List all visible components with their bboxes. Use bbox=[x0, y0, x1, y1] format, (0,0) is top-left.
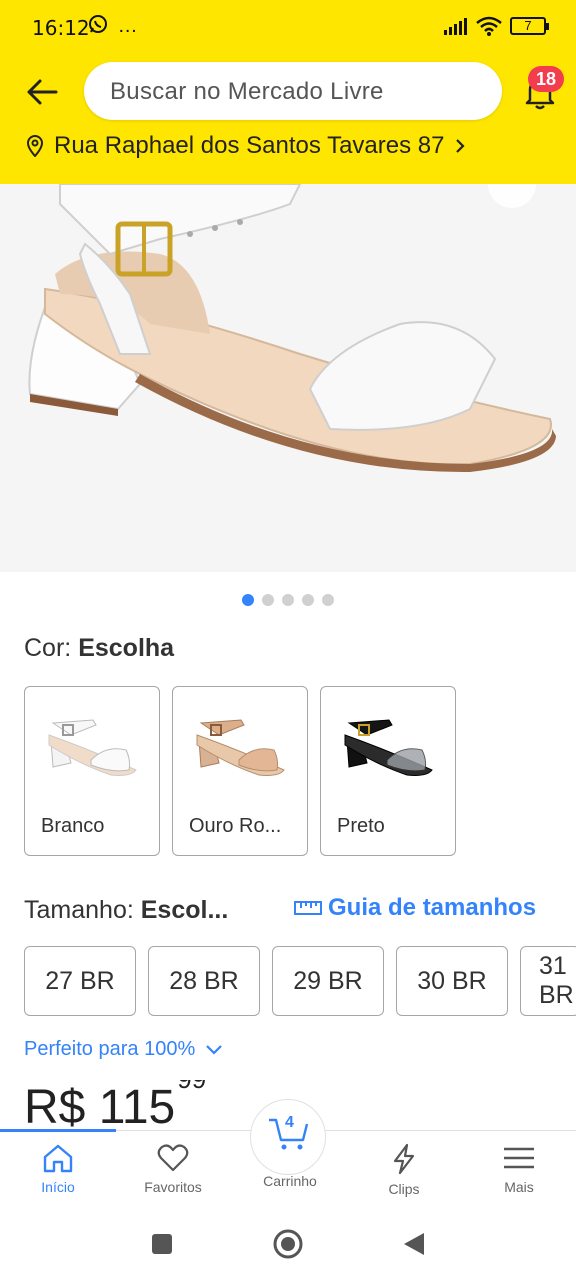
fit-text: Perfeito para 100% bbox=[24, 1038, 196, 1060]
battery-icon: 7 bbox=[510, 17, 549, 35]
price: R$ 11599 bbox=[24, 1080, 206, 1134]
pagination-dot-active[interactable] bbox=[242, 594, 254, 606]
nav-favoritos[interactable]: Favoritos bbox=[123, 1143, 223, 1195]
status-right-icons: 7 bbox=[444, 16, 549, 36]
nav-inicio[interactable]: Início bbox=[8, 1143, 108, 1195]
address-bar[interactable]: Rua Raphael dos Santos Tavares 87 bbox=[26, 132, 466, 160]
color-option-label: Branco bbox=[41, 815, 105, 837]
heart-icon bbox=[157, 1144, 189, 1172]
pagination-dot[interactable] bbox=[302, 594, 314, 606]
cart-count: 4 bbox=[285, 1114, 294, 1131]
home-system-icon[interactable] bbox=[272, 1228, 304, 1260]
nav-label: Clips bbox=[388, 1181, 420, 1197]
active-tab-indicator bbox=[0, 1129, 116, 1132]
fit-info[interactable]: Perfeito para 100% bbox=[24, 1038, 223, 1061]
cart-button[interactable]: 4 bbox=[250, 1099, 326, 1175]
image-pagination bbox=[0, 594, 576, 606]
nav-clips[interactable]: Clips bbox=[354, 1143, 454, 1197]
status-time: 16:12 bbox=[32, 16, 90, 40]
notification-badge: 18 bbox=[528, 66, 564, 92]
size-option[interactable]: 27 BR bbox=[24, 946, 136, 1016]
status-notification-icons: … bbox=[88, 14, 138, 38]
sandal-image bbox=[28, 184, 556, 473]
size-options: 27 BR 28 BR 29 BR 30 BR 31 BR bbox=[24, 946, 576, 1016]
menu-icon bbox=[504, 1147, 534, 1169]
home-icon bbox=[43, 1144, 73, 1173]
pagination-dot[interactable] bbox=[282, 594, 294, 606]
nav-carrinho[interactable]: Carrinho bbox=[240, 1173, 340, 1189]
color-value: Escolha bbox=[78, 634, 175, 662]
color-variants: Branco Ouro Ro... Preto bbox=[24, 686, 456, 856]
product-image[interactable] bbox=[0, 184, 576, 572]
chevron-right-icon bbox=[456, 139, 466, 153]
nav-label: Mais bbox=[504, 1179, 534, 1195]
color-option-label: Preto bbox=[337, 815, 385, 837]
color-label: Cor: bbox=[24, 634, 72, 662]
color-option-black[interactable]: Preto bbox=[320, 686, 456, 856]
recent-apps-icon[interactable] bbox=[150, 1232, 174, 1256]
rose-gold-sandal-thumbnail bbox=[196, 719, 285, 776]
price-whole: 115 bbox=[98, 1081, 176, 1134]
location-pin-icon bbox=[26, 135, 44, 157]
search-input[interactable]: Buscar no Mercado Livre bbox=[84, 62, 502, 120]
color-option-rose-gold[interactable]: Ouro Ro... bbox=[172, 686, 308, 856]
chevron-down-icon bbox=[206, 1044, 223, 1055]
whatsapp-icon bbox=[89, 15, 107, 33]
size-option[interactable]: 29 BR bbox=[272, 946, 384, 1016]
nav-label: Carrinho bbox=[263, 1173, 317, 1189]
size-heading: Tamanho: Escol... bbox=[24, 896, 228, 925]
price-cents: 99 bbox=[177, 1080, 206, 1094]
color-option-white[interactable]: Branco bbox=[24, 686, 160, 856]
header: Buscar no Mercado Livre 18 Rua Raphael d… bbox=[0, 56, 576, 184]
price-currency: R$ bbox=[24, 1081, 86, 1134]
pagination-dot[interactable] bbox=[262, 594, 274, 606]
address-text: Rua Raphael dos Santos Tavares 87 bbox=[54, 132, 445, 159]
black-sandal-thumbnail bbox=[344, 719, 433, 776]
size-value: Escol... bbox=[140, 896, 229, 924]
back-system-icon[interactable] bbox=[402, 1231, 426, 1257]
nav-label: Favoritos bbox=[144, 1179, 202, 1195]
lightning-icon bbox=[393, 1143, 415, 1175]
size-label: Tamanho: bbox=[24, 896, 134, 924]
wifi-icon bbox=[476, 16, 502, 36]
signal-icon bbox=[444, 18, 467, 35]
color-heading: Cor: Escolha bbox=[24, 634, 174, 663]
size-guide-link[interactable]: Guia de tamanhos bbox=[294, 894, 536, 922]
size-option[interactable]: 28 BR bbox=[148, 946, 260, 1016]
status-bar: 16:12 … 7 bbox=[0, 0, 576, 56]
nav-mais[interactable]: Mais bbox=[469, 1143, 569, 1195]
color-option-label: Ouro Ro... bbox=[189, 815, 282, 837]
battery-level: 7 bbox=[524, 18, 532, 33]
more-notifications-indicator: … bbox=[117, 15, 138, 37]
pagination-dot[interactable] bbox=[322, 594, 334, 606]
ruler-icon bbox=[294, 901, 322, 915]
nav-label: Início bbox=[41, 1179, 75, 1195]
size-option[interactable]: 30 BR bbox=[396, 946, 508, 1016]
size-option[interactable]: 31 BR bbox=[520, 946, 576, 1016]
back-arrow-icon[interactable] bbox=[22, 72, 62, 112]
search-placeholder: Buscar no Mercado Livre bbox=[110, 78, 384, 105]
system-navigation-bar bbox=[0, 1214, 576, 1280]
size-guide-label: Guia de tamanhos bbox=[328, 894, 537, 921]
white-sandal-thumbnail bbox=[48, 719, 137, 776]
bottom-navigation: Início Favoritos 4 Carrinho Clips Mais bbox=[0, 1099, 576, 1214]
